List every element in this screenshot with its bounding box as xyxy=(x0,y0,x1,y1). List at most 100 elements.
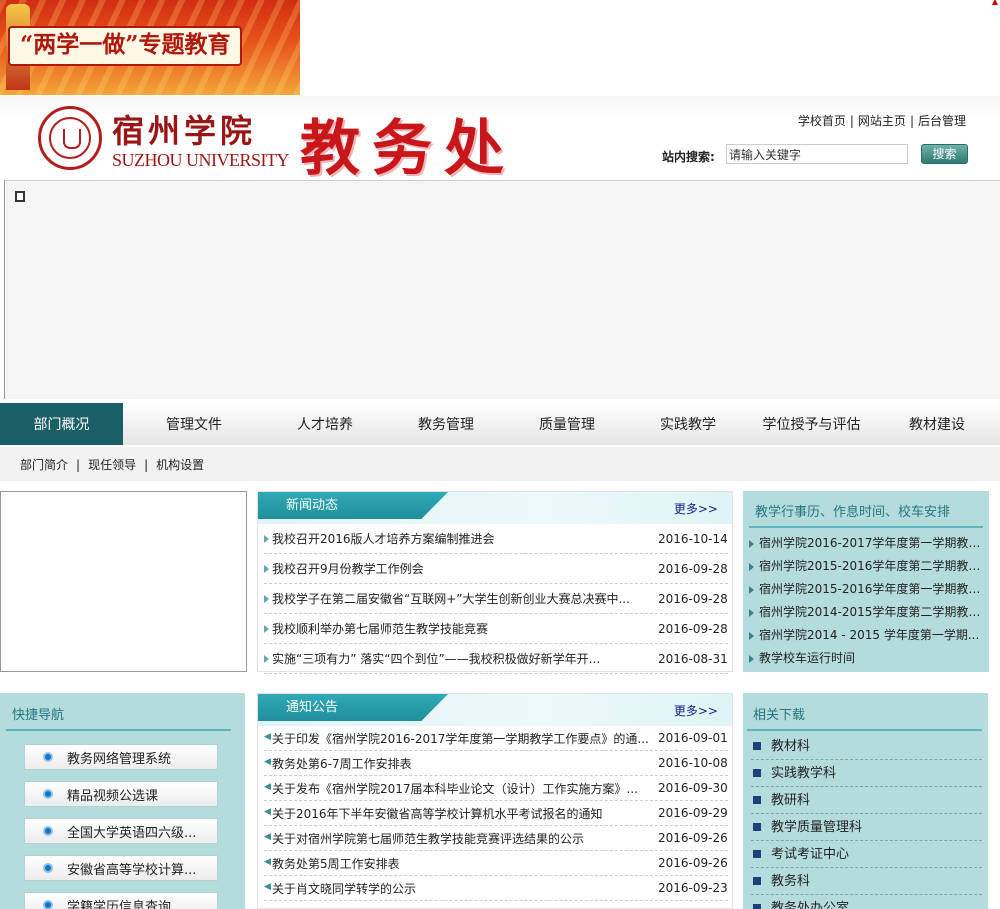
download-item[interactable]: 教务科 xyxy=(751,868,982,895)
notice-item[interactable]: 关于印发《宿州学院2016-2017学年度第一学期教学工作要点》的通...201… xyxy=(264,726,728,751)
news-item-date: 2016-09-28 xyxy=(658,621,728,636)
nav-item-quality[interactable]: 质量管理 xyxy=(507,403,627,445)
quick-nav-list: 教务网络管理系统 精品视频公选课 全国大学英语四六级... 安徽省高等学校计算.… xyxy=(0,731,245,909)
notice-item-title[interactable]: 关于印发《宿州学院2016-2017学年度第一学期教学工作要点》的通... xyxy=(264,730,658,747)
news-panel-title: 新闻动态 xyxy=(258,492,448,519)
square-bullet-icon xyxy=(753,904,761,909)
notice-item-title[interactable]: 关于对宿州学院第七届师范生教学技能竞赛评选结果的公示 xyxy=(264,830,658,847)
calendar-panel: 教学行事历、作息时间、校车安排 宿州学院2016-2017学年度第一学期教学..… xyxy=(743,491,989,672)
news-item[interactable]: 我校学子在第二届安徽省“互联网+”大学生创新创业大赛总决赛中... 2016-09… xyxy=(264,584,728,614)
nav-item-textbooks[interactable]: 教材建设 xyxy=(874,403,1000,445)
square-bullet-icon xyxy=(753,769,761,777)
banner-text: “两学一做”专题教育 xyxy=(8,26,243,66)
nav-item-practice[interactable]: 实践教学 xyxy=(627,403,749,445)
quick-nav-title: 快捷导航 xyxy=(6,704,231,731)
downloads-list: 教材科 实践教学科 教研科 教学质量管理科 考试考证中心 教务科 教务处办公室 xyxy=(751,731,982,909)
news-item[interactable]: 我校召开9月份教学工作例会 2016-09-28 xyxy=(264,554,728,584)
quick-nav-bullet-icon xyxy=(43,863,53,873)
notice-item[interactable]: 关于对宿州学院第七届师范生教学技能竞赛评选结果的公示2016-09-26 xyxy=(264,826,728,851)
notices-panel: 通知公告 更多>> 关于印发《宿州学院2016-2017学年度第一学期教学工作要… xyxy=(257,693,733,909)
image-placeholder xyxy=(0,491,247,672)
notice-item-date: 2016-10-08 xyxy=(658,756,728,770)
quick-nav-item[interactable]: 学籍学历信息查询 xyxy=(24,892,218,909)
news-list: 我校召开2016版人才培养方案编制推进会 2016-10-14 我校召开9月份教学… xyxy=(258,524,732,674)
news-item-title[interactable]: 我校召开2016版人才培养方案编制推进会 xyxy=(264,530,658,547)
subnav-leaders[interactable]: 现任领导 xyxy=(88,458,136,472)
notice-item-date: 2016-09-01 xyxy=(658,731,728,745)
top-banner[interactable]: “两学一做”专题教育 xyxy=(0,0,300,95)
calendar-item[interactable]: 教学校车运行时间 xyxy=(749,647,981,670)
quick-nav-panel: 快捷导航 教务网络管理系统 精品视频公选课 全国大学英语四六级... 安徽省高等… xyxy=(0,693,245,909)
quick-nav-item[interactable]: 安徽省高等学校计算... xyxy=(24,855,218,881)
square-bullet-icon xyxy=(753,823,761,831)
notice-item-date: 2016-09-23 xyxy=(658,881,728,895)
notices-panel-header: 通知公告 更多>> xyxy=(258,694,732,726)
calendar-item[interactable]: 宿州学院2015-2016学年度第一学期教学... xyxy=(749,578,981,601)
news-item[interactable]: 我校召开2016版人才培养方案编制推进会 2016-10-14 xyxy=(264,524,728,554)
notice-item-title[interactable]: 教务处第5周工作安排表 xyxy=(264,855,658,872)
quick-nav-item[interactable]: 教务网络管理系统 xyxy=(24,744,218,770)
news-item-title[interactable]: 实施“三项有力” 落实“四个到位”——我校积极做好新学年开... xyxy=(264,650,658,667)
download-item-label: 教材科 xyxy=(771,738,811,754)
download-item-label: 教研科 xyxy=(771,792,811,808)
news-item-title[interactable]: 我校顺利举办第七届师范生教学技能竞赛 xyxy=(264,620,658,637)
notice-item-title[interactable]: 关于发布《宿州学院2017届本科毕业论文（设计）工作实施方案》... xyxy=(264,780,658,797)
news-item-date: 2016-09-28 xyxy=(658,591,728,606)
link-school-home[interactable]: 学校首页 xyxy=(798,114,846,128)
calendar-item[interactable]: 宿州学院2014 - 2015 学年度第一学期... xyxy=(749,624,981,647)
news-item[interactable]: 实施“三项有力” 落实“四个到位”——我校积极做好新学年开... 2016-08-… xyxy=(264,644,728,674)
search-label: 站内搜索: xyxy=(662,150,715,164)
notice-item[interactable]: 关于肖文晓同学转学的公示2016-09-23 xyxy=(264,876,728,901)
notice-item-title[interactable]: 关于肖文晓同学转学的公示 xyxy=(264,880,658,897)
calendar-item[interactable]: 宿州学院2014-2015学年度第二学期教学... xyxy=(749,601,981,624)
search-button[interactable]: 搜索 xyxy=(921,144,968,164)
notice-item[interactable]: 教务处第5周工作安排表2016-09-26 xyxy=(264,851,728,876)
calendar-panel-title: 教学行事历、作息时间、校车安排 xyxy=(749,501,983,528)
download-item[interactable]: 教研科 xyxy=(751,787,982,814)
flash-slideshow-area[interactable] xyxy=(4,180,1000,399)
notice-item-title[interactable]: 关于2016年下半年安徽省高等学校计算机水平考试报名的通知 xyxy=(264,805,658,822)
site-header: 宿州学院 SUZHOU UNIVERSITY 教务处 学校首页 | 网站主页 | 后台管… xyxy=(0,96,1000,184)
quick-nav-bullet-icon xyxy=(43,752,53,762)
university-name-en: SUZHOU UNIVERSITY xyxy=(112,150,290,170)
link-admin[interactable]: 后台管理 xyxy=(918,114,966,128)
quick-nav-item[interactable]: 全国大学英语四六级... xyxy=(24,818,218,844)
notice-item[interactable]: 关于2016年下半年安徽省高等学校计算机水平考试报名的通知2016-09-29 xyxy=(264,801,728,826)
nav-item-degree[interactable]: 学位授予与评估 xyxy=(749,403,874,445)
notice-item-title[interactable]: 教务处第6-7周工作安排表 xyxy=(264,755,658,772)
download-item[interactable]: 实践教学科 xyxy=(751,760,982,787)
news-item[interactable]: 我校顺利举办第七届师范生教学技能竞赛 2016-09-28 xyxy=(264,614,728,644)
search-input[interactable] xyxy=(726,144,908,164)
corner-icon: ▲ xyxy=(991,0,998,6)
nav-item-talent[interactable]: 人才培养 xyxy=(265,403,385,445)
calendar-item[interactable]: 宿州学院2015-2016学年度第二学期教学... xyxy=(749,555,981,578)
notice-item[interactable]: 教务处第6-7周工作安排表2016-10-08 xyxy=(264,751,728,776)
downloads-title: 相关下载 xyxy=(747,704,982,731)
quick-nav-item[interactable]: 精品视频公选课 xyxy=(24,781,218,807)
quick-nav-bullet-icon xyxy=(43,826,53,836)
subnav-structure[interactable]: 机构设置 xyxy=(156,458,204,472)
news-item-title[interactable]: 我校召开9月份教学工作例会 xyxy=(264,560,658,577)
download-item[interactable]: 考试考证中心 xyxy=(751,841,982,868)
nav-item-overview[interactable]: 部门概况 xyxy=(0,403,123,445)
university-seal-logo xyxy=(38,106,102,170)
calendar-item[interactable]: 宿州学院2016-2017学年度第一学期教学... xyxy=(749,532,981,555)
top-links: 学校首页 | 网站主页 | 后台管理 xyxy=(797,114,966,128)
quick-nav-bullet-icon xyxy=(43,900,53,909)
notice-item[interactable]: 关于发布《宿州学院2017届本科毕业论文（设计）工作实施方案》...2016-0… xyxy=(264,776,728,801)
notices-more-link[interactable]: 更多>> xyxy=(674,702,718,719)
news-item-title[interactable]: 我校学子在第二届安徽省“互联网+”大学生创新创业大赛总决赛中... xyxy=(264,590,658,607)
downloads-panel: 相关下载 教材科 实践教学科 教研科 教学质量管理科 考试考证中心 教务科 教务… xyxy=(743,693,988,909)
download-item[interactable]: 教学质量管理科 xyxy=(751,814,982,841)
download-item[interactable]: 教务处办公室 xyxy=(751,895,982,909)
link-site-home[interactable]: 网站主页 xyxy=(858,114,906,128)
nav-item-documents[interactable]: 管理文件 xyxy=(123,403,265,445)
notice-item-date: 2016-09-26 xyxy=(658,856,728,870)
news-item-date: 2016-08-31 xyxy=(658,651,728,666)
download-item[interactable]: 教材科 xyxy=(751,733,982,760)
subnav-intro[interactable]: 部门简介 xyxy=(20,458,68,472)
nav-item-academic-admin[interactable]: 教务管理 xyxy=(385,403,507,445)
main-nav: 部门概况 管理文件 人才培养 教务管理 质量管理 实践教学 学位授予与评估 教材… xyxy=(0,403,1000,445)
news-panel: 新闻动态 更多>> 我校召开2016版人才培养方案编制推进会 2016-10-14… xyxy=(257,491,733,674)
news-more-link[interactable]: 更多>> xyxy=(674,500,718,517)
